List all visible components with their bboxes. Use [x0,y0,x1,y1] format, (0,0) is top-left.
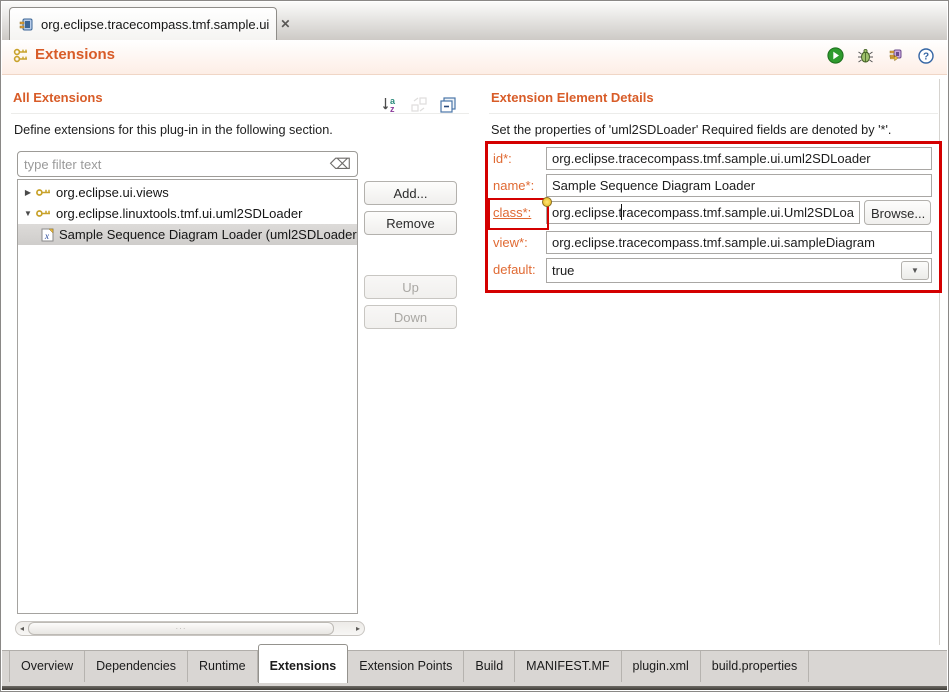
element-x-icon: x [41,228,54,242]
chevron-right-icon[interactable]: ▶ [23,188,33,197]
extension-point-icon [36,187,51,198]
add-button[interactable]: Add... [364,181,457,205]
scroll-left-icon[interactable]: ◂ [16,624,28,633]
scroll-right-icon[interactable]: ▸ [352,624,364,633]
class-label-link[interactable]: class*: [493,205,531,220]
tab-dependencies[interactable]: Dependencies [85,651,188,682]
view-field[interactable] [546,231,932,254]
tree-row-selected[interactable]: x Sample Sequence Diagram Loader (uml2SD… [18,224,357,245]
extension-point-icon [36,208,51,219]
tree-item-label: org.eclipse.linuxtools.tmf.ui.uml2SDLoad… [56,206,302,221]
svg-text:x: x [44,232,50,242]
tab-extension-points[interactable]: Extension Points [348,651,464,682]
header-toolbar: ? [827,47,934,64]
form-header-band [2,40,947,74]
tab-build[interactable]: Build [464,651,515,682]
tab-runtime[interactable]: Runtime [188,651,258,682]
text-caret [621,204,622,220]
all-extensions-title: All Extensions [13,90,103,105]
page-tab-bar: Overview Dependencies Runtime Extensions… [2,650,947,690]
filter-box: ⌫ [17,151,358,177]
tab-plugin-xml[interactable]: plugin.xml [622,651,701,682]
content-assist-bulb-icon [542,197,552,207]
extensions-tree: ▶ org.eclipse.ui.views ▼ org.eclipse.lin… [17,179,358,614]
tab-build-properties[interactable]: build.properties [701,651,809,682]
left-section-separator [11,113,469,114]
editor-tab-title: org.eclipse.tracecompass.tmf.sample.ui [41,17,269,32]
tree-item-label: org.eclipse.ui.views [56,185,169,200]
plugin-icon [19,17,34,32]
right-description: Set the properties of 'uml2SDLoader' Req… [491,123,891,137]
element-details-title: Extension Element Details [491,90,654,105]
default-combo-value: true [552,263,574,278]
browse-button[interactable]: Browse... [864,200,931,225]
editor-tab-bar: org.eclipse.tracecompass.tmf.sample.ui ✕ [2,2,947,41]
id-label: id*: [493,151,512,166]
up-button: Up [364,275,457,299]
clear-filter-icon[interactable]: ⌫ [330,157,357,172]
svg-text:z: z [390,104,395,113]
remove-button[interactable]: Remove [364,211,457,235]
name-label: name*: [493,178,534,193]
chevron-down-icon[interactable]: ▼ [23,209,33,218]
window-bottom-edge [2,686,947,690]
tab-manifest-mf[interactable]: MANIFEST.MF [515,651,621,682]
editor-tab[interactable]: org.eclipse.tracecompass.tmf.sample.ui ✕ [9,7,277,40]
combo-dropdown-icon[interactable]: ▼ [901,261,929,280]
tree-item-label: Sample Sequence Diagram Loader (uml2SDLo… [59,227,358,242]
tree-row[interactable]: ▼ org.eclipse.linuxtools.tmf.ui.uml2SDLo… [18,203,357,224]
svg-text:?: ? [922,51,928,62]
eclipse-plugin-editor-window: org.eclipse.tracecompass.tmf.sample.ui ✕… [0,0,949,692]
view-label: view*: [493,235,528,250]
id-field[interactable] [546,147,932,170]
tab-overview[interactable]: Overview [9,651,85,682]
horizontal-scrollbar[interactable]: ◂ ··· ▸ [15,621,365,636]
collapse-all-icon[interactable] [439,95,457,113]
extensions-section-toolbar: a z [381,95,457,113]
toggle-expand-icon [410,95,428,113]
help-icon[interactable]: ? [917,47,934,64]
default-label: default: [493,262,536,277]
tab-extensions[interactable]: Extensions [258,644,349,683]
page-title: Extensions [35,46,115,63]
scrollbar-thumb[interactable]: ··· [28,622,334,635]
extensions-icon [13,47,30,64]
right-section-separator [489,113,938,114]
header-separator [2,74,947,75]
left-description: Define extensions for this plug-in in th… [14,123,333,137]
down-button: Down [364,305,457,329]
export-plugin-icon[interactable] [887,47,904,64]
editor-right-edge [939,79,940,645]
sort-icon[interactable]: a z [381,95,399,113]
debug-icon[interactable] [857,47,874,64]
filter-input[interactable] [18,157,330,172]
class-field[interactable] [546,201,860,224]
run-icon[interactable] [827,47,844,64]
name-field[interactable] [546,174,932,197]
default-combo[interactable]: true ▼ [546,258,932,283]
close-icon[interactable]: ✕ [280,17,290,31]
tree-row[interactable]: ▶ org.eclipse.ui.views [18,182,357,203]
